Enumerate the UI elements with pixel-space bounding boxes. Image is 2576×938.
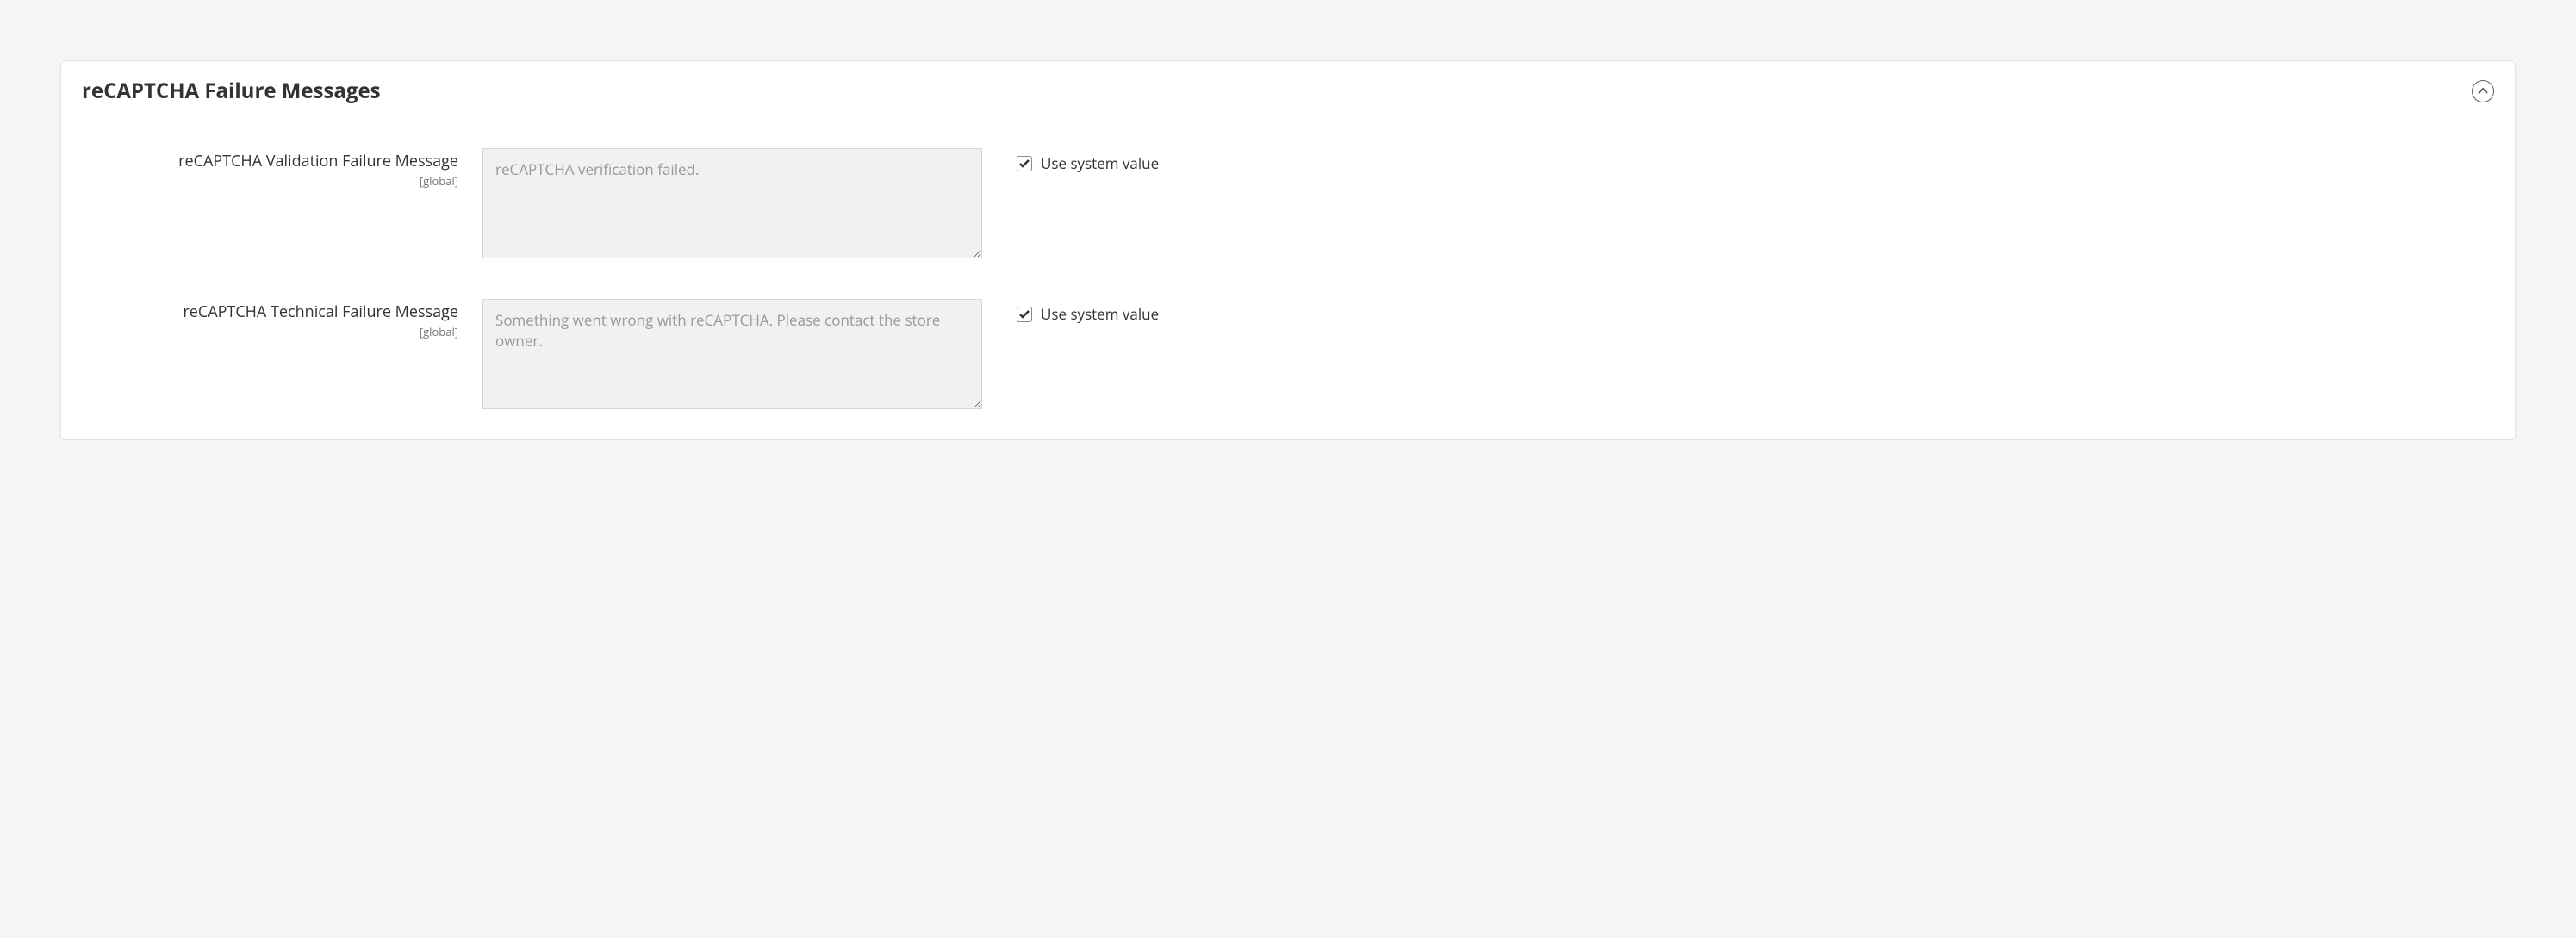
- label-column: reCAPTCHA Validation Failure Message [gl…: [134, 148, 482, 189]
- technical-failure-label: reCAPTCHA Technical Failure Message: [183, 301, 458, 322]
- section-title: reCAPTCHA Failure Messages: [82, 77, 381, 105]
- technical-failure-scope: [global]: [134, 324, 458, 339]
- validation-failure-textarea[interactable]: [482, 148, 982, 258]
- checkbox-column: Use system value: [982, 299, 1159, 324]
- input-column: [482, 299, 982, 413]
- validation-failure-row: reCAPTCHA Validation Failure Message [gl…: [82, 148, 2494, 263]
- checkmark-icon: [1019, 159, 1030, 168]
- validation-use-system-checkbox[interactable]: [1017, 156, 1032, 171]
- validation-use-system-label[interactable]: Use system value: [1041, 153, 1159, 173]
- technical-failure-textarea[interactable]: [482, 299, 982, 409]
- collapse-button[interactable]: [2472, 80, 2494, 102]
- validation-failure-label: reCAPTCHA Validation Failure Message: [178, 151, 458, 171]
- input-column: [482, 148, 982, 263]
- label-column: reCAPTCHA Technical Failure Message [glo…: [134, 299, 482, 339]
- chevron-up-icon: [2478, 88, 2488, 95]
- technical-failure-row: reCAPTCHA Technical Failure Message [glo…: [82, 299, 2494, 413]
- technical-use-system-checkbox[interactable]: [1017, 307, 1032, 322]
- checkmark-icon: [1019, 310, 1030, 319]
- technical-use-system-label[interactable]: Use system value: [1041, 304, 1159, 324]
- validation-failure-scope: [global]: [134, 173, 458, 189]
- panel-header: reCAPTCHA Failure Messages: [82, 77, 2494, 105]
- recaptcha-failure-messages-panel: reCAPTCHA Failure Messages reCAPTCHA Val…: [60, 60, 2516, 440]
- checkbox-column: Use system value: [982, 148, 1159, 173]
